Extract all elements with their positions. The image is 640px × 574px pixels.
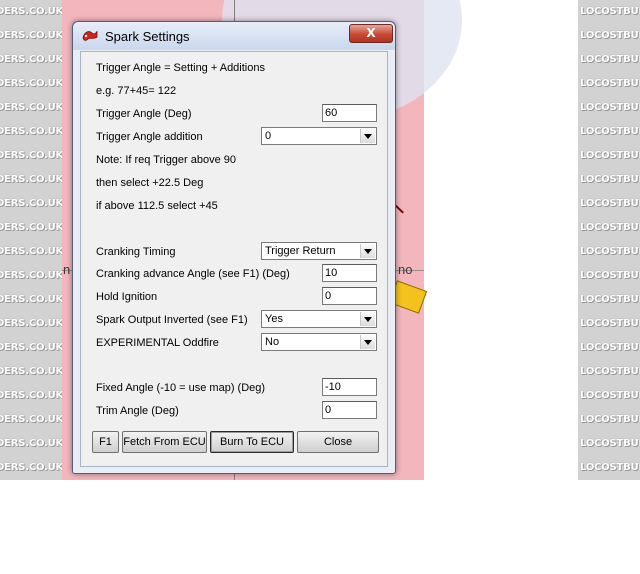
watermark-text: DERS.CO.UK xyxy=(0,222,62,233)
watermark-text: DERS.CO.UK xyxy=(0,174,62,185)
watermark-text: LOCOSTBUILDERS.CO.UK xyxy=(580,414,640,425)
background-text: n xyxy=(63,262,71,277)
oddfire-value: No xyxy=(265,336,280,348)
spark-settings-dialog: Spark Settings X Trigger Angle = Setting… xyxy=(72,21,396,474)
close-button[interactable]: Close xyxy=(297,431,379,453)
trigger-addition-label: Trigger Angle addition xyxy=(96,131,203,143)
watermark-text: DERS.CO.UK xyxy=(0,78,62,89)
watermark-text: DERS.CO.UK xyxy=(0,246,62,257)
chevron-down-icon[interactable] xyxy=(360,244,375,258)
cranking-advance-label: Cranking advance Angle (see F1) (Deg) xyxy=(96,268,290,280)
oddfire-select[interactable]: No xyxy=(261,333,377,351)
watermark-text: LOCOSTBUILDERS.CO.UK xyxy=(580,30,640,41)
window-title: Spark Settings xyxy=(105,29,190,44)
trim-angle-input[interactable]: 0 xyxy=(322,401,377,419)
watermark-text: LOCOSTBUILDERS.CO.UK xyxy=(580,78,640,89)
background-text: no xyxy=(398,262,413,277)
formula-label: Trigger Angle = Setting + Additions xyxy=(96,62,265,74)
watermark-text: LOCOSTBUILDERS.CO.UK xyxy=(580,366,640,377)
watermark-text: LOCOSTBUILDERS.CO.UK xyxy=(580,438,640,449)
note-line-2: then select +22.5 Deg xyxy=(96,177,204,189)
fetch-from-ecu-button[interactable]: Fetch From ECU xyxy=(122,431,207,453)
watermark-text: LOCOSTBUILDERS.CO.UK xyxy=(580,462,640,473)
cranking-timing-label: Cranking Timing xyxy=(96,246,176,258)
trigger-angle-label: Trigger Angle (Deg) xyxy=(96,108,192,120)
trigger-addition-value: 0 xyxy=(265,130,272,142)
f1-help-button[interactable]: F1 xyxy=(92,431,119,453)
spark-inverted-select[interactable]: Yes xyxy=(261,310,377,328)
hold-ignition-label: Hold Ignition xyxy=(96,291,158,303)
cranking-timing-value: Trigger Return xyxy=(265,245,336,257)
watermark-text: LOCOSTBUILDERS.CO.UK xyxy=(580,222,640,233)
watermark-text: LOCOSTBUILDERS.CO.UK xyxy=(580,270,640,281)
fixed-angle-label: Fixed Angle (-10 = use map) (Deg) xyxy=(96,382,266,394)
oddfire-label: EXPERIMENTAL Oddfire xyxy=(96,337,219,349)
watermark-text: LOCOSTBUILDERS.CO.UK xyxy=(580,246,640,257)
cranking-advance-input[interactable]: 10 xyxy=(322,264,377,282)
watermark-text: DERS.CO.UK xyxy=(0,102,62,113)
trigger-angle-input[interactable]: 60 xyxy=(322,104,377,122)
spark-app-icon xyxy=(82,29,98,43)
spark-inverted-value: Yes xyxy=(265,313,283,325)
watermark-text: LOCOSTBUILDERS.CO.UK xyxy=(580,198,640,209)
burn-to-ecu-button[interactable]: Burn To ECU xyxy=(210,431,294,453)
watermark-text: LOCOSTBUILDERS.CO.UK xyxy=(580,390,640,401)
fixed-angle-input[interactable]: -10 xyxy=(322,378,377,396)
hold-ignition-input[interactable]: 0 xyxy=(322,287,377,305)
window-close-button[interactable]: X xyxy=(349,24,393,43)
watermark-text: DERS.CO.UK xyxy=(0,198,62,209)
watermark-text: LOCOSTBUILDERS.CO.UK xyxy=(580,318,640,329)
watermark-text: LOCOSTBUILDERS.CO.UK xyxy=(580,294,640,305)
watermark-text: DERS.CO.UK xyxy=(0,54,62,65)
watermark-text: LOCOSTBUILDERS.CO.UK xyxy=(580,6,640,17)
chevron-down-icon[interactable] xyxy=(360,312,375,326)
watermark-text: DERS.CO.UK xyxy=(0,30,62,41)
watermark-text: LOCOSTBUILDERS.CO.UK xyxy=(580,102,640,113)
note-line-1: Note: If req Trigger above 90 xyxy=(96,154,237,166)
chevron-down-icon[interactable] xyxy=(360,335,375,349)
dialog-body: Trigger Angle = Setting + Additions e.g.… xyxy=(80,51,388,467)
watermark-text: DERS.CO.UK xyxy=(0,150,62,161)
cranking-timing-select[interactable]: Trigger Return xyxy=(261,242,377,260)
watermark-right: LOCOSTBUILDERS.CO.UK LOCOSTBUILDERS.CO.UK… xyxy=(578,0,640,480)
example-label: e.g. 77+45= 122 xyxy=(96,85,177,97)
title-bar[interactable]: Spark Settings X xyxy=(73,22,395,50)
watermark-text: DERS.CO.UK xyxy=(0,462,62,473)
watermark-text: DERS.CO.UK xyxy=(0,438,62,449)
watermark-text: DERS.CO.UK xyxy=(0,270,62,281)
watermark-text: DERS.CO.UK xyxy=(0,6,62,17)
watermark-text: LOCOSTBUILDERS.CO.UK xyxy=(580,150,640,161)
watermark-text: LOCOSTBUILDERS.CO.UK xyxy=(580,342,640,353)
trigger-addition-select[interactable]: 0 xyxy=(261,127,377,145)
watermark-text: DERS.CO.UK xyxy=(0,126,62,137)
chevron-down-icon[interactable] xyxy=(360,129,375,143)
trim-angle-label: Trim Angle (Deg) xyxy=(96,405,179,417)
spark-inverted-label: Spark Output Inverted (see F1) xyxy=(96,314,248,326)
watermark-text: LOCOSTBUILDERS.CO.UK xyxy=(580,126,640,137)
watermark-text: LOCOSTBUILDERS.CO.UK xyxy=(580,54,640,65)
watermark-text: LOCOSTBUILDERS.CO.UK xyxy=(580,174,640,185)
note-line-3: if above 112.5 select +45 xyxy=(96,200,218,212)
